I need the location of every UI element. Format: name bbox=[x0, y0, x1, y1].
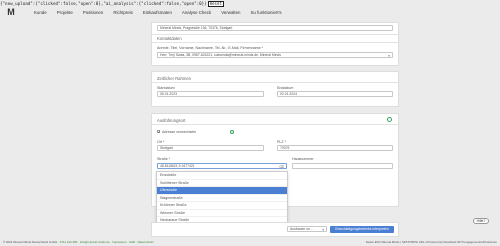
reset-button[interactable]: Reset bbox=[207, 0, 224, 7]
nav-item-richtpreis[interactable]: Richtpreis bbox=[113, 10, 133, 15]
checkbox-label: Adresse verwechseln bbox=[162, 129, 197, 134]
footer-link-impressum[interactable]: Impressum bbox=[112, 240, 126, 244]
footer-link-agb[interactable]: AGB bbox=[129, 240, 135, 244]
start-label: Startdatum bbox=[157, 86, 175, 90]
address-value: Mineral Minds, Pragstraße 136, 70376, St… bbox=[160, 26, 233, 30]
footer-right: Seiten ESC Mineral Minds | SDT/NTRISI UR… bbox=[365, 239, 497, 244]
debug-state-text: {"new_upload":{"clicked":false,"open":0}… bbox=[0, 1, 207, 6]
dropdown-option[interactable]: Kröönner Straße bbox=[157, 202, 287, 210]
debug-state-bar: {"new_upload":{"clicked":false,"open":0}… bbox=[0, 0, 224, 7]
city-input[interactable]: Stuttgart bbox=[157, 145, 264, 151]
nav-item-projekte[interactable]: Projekte bbox=[57, 10, 73, 15]
nav-item-analyse[interactable]: Analyse Check bbox=[182, 10, 211, 15]
footer: © 2024 Mineral Minds Deutschland GmbH · … bbox=[0, 237, 500, 246]
action-select-value: Ausbauen on... bbox=[290, 227, 313, 231]
footer-link-email[interactable]: info@mineral-minds.de bbox=[80, 240, 110, 244]
info-icon bbox=[230, 129, 234, 134]
dropdown-option-selected[interactable]: Uferstraße bbox=[157, 187, 287, 195]
address-checkbox[interactable]: ✓ bbox=[157, 130, 161, 134]
street-input[interactable]: 48.8115621,9.1677421 ⌫ bbox=[157, 163, 287, 169]
end-date-value: 02.01.2024 bbox=[280, 92, 297, 96]
dropdown-option[interactable]: Wiesner Straße bbox=[157, 210, 287, 217]
chevron-down-icon: ▾ bbox=[322, 228, 324, 232]
street-label: Straße * bbox=[157, 157, 171, 161]
dropdown-option[interactable]: Wagnerstraße bbox=[157, 195, 287, 202]
logo-icon[interactable]: M bbox=[4, 7, 18, 17]
divider bbox=[152, 82, 398, 83]
refresh-icon[interactable] bbox=[387, 117, 392, 122]
plz-input[interactable]: 70376 bbox=[277, 145, 393, 151]
street-value: 48.8115621,9.1677421 bbox=[160, 164, 195, 168]
plz-value: 70376 bbox=[280, 146, 290, 150]
contact-value: Herr, Tmÿ Swaa, 3B, 0987-624221, suksend… bbox=[160, 53, 281, 57]
nav-item-verwalten[interactable]: Verwalten bbox=[221, 10, 240, 15]
divider bbox=[152, 34, 398, 35]
dropdown-option[interactable]: Ensstraße bbox=[157, 172, 287, 180]
number-input[interactable] bbox=[292, 163, 393, 169]
period-title: Zeitlicher Rahmen bbox=[157, 76, 191, 81]
contact-title: Kontaktdaten bbox=[157, 36, 182, 41]
divider bbox=[152, 42, 398, 43]
nav-item-help[interactable]: Su funktioniert's bbox=[251, 10, 282, 15]
top-navigation: M Kunde Projekte Positionen Richtpreis E… bbox=[0, 7, 500, 17]
plz-label: PLZ * bbox=[277, 140, 286, 144]
city-value: Stuttgart bbox=[160, 146, 173, 150]
primary-button[interactable]: Entschädigungsbetriebs Interpreten bbox=[330, 226, 394, 233]
footer-link-phone[interactable]: 0711 123 456 bbox=[60, 240, 77, 244]
start-date-value: 05.01.2023 bbox=[160, 92, 177, 96]
end-date-input[interactable]: 02.01.2024 bbox=[277, 91, 393, 97]
contact-select[interactable]: Herr, Tmÿ Swaa, 3B, 0987-624221, suksend… bbox=[157, 52, 393, 58]
period-card: Zeitlicher Rahmen Startdatum 05.01.2023 … bbox=[151, 71, 399, 107]
footer-left: © 2024 Mineral Minds Deutschland GmbH · … bbox=[3, 239, 154, 244]
main-nav: Kunde Projekte Positionen Richtpreis Ein… bbox=[34, 7, 282, 17]
nav-item-kunde[interactable]: Kunde bbox=[34, 10, 47, 15]
nav-item-einkauf[interactable]: Einkaufsmaten bbox=[143, 10, 172, 15]
copyright-text: © 2024 Mineral Minds Deutschland GmbH · bbox=[3, 239, 60, 244]
contact-card: Mineral Minds, Pragstraße 136, 70376, St… bbox=[151, 22, 399, 66]
address-field[interactable]: Mineral Minds, Pragstraße 136, 70376, St… bbox=[157, 25, 393, 31]
divider bbox=[152, 124, 398, 125]
city-label: Ort * bbox=[157, 140, 165, 144]
clear-icon[interactable]: ⌫ bbox=[279, 165, 284, 168]
action-select[interactable]: Ausbauen on... ▾ bbox=[287, 226, 327, 232]
dropdown-option[interactable]: Schlittener Straße bbox=[157, 180, 287, 187]
action-card: Ausbauen on... ▾ Entschädigungsbetriebs … bbox=[151, 222, 399, 237]
help-button[interactable]: Hilfe? bbox=[473, 218, 489, 224]
chevron-down-icon: ▾ bbox=[388, 54, 390, 58]
start-date-input[interactable]: 05.01.2023 bbox=[157, 91, 264, 97]
number-label: Hausnummer bbox=[292, 157, 314, 161]
end-label: Enddatum bbox=[277, 86, 294, 90]
footer-link-privacy[interactable]: Datenschutz bbox=[138, 240, 154, 244]
contact-label: Anrede, Titel, Vorname, Nachname, Tel.-N… bbox=[157, 46, 263, 50]
nav-item-positionen[interactable]: Positionen bbox=[83, 10, 104, 15]
location-title: Ausführungsort bbox=[157, 118, 186, 123]
